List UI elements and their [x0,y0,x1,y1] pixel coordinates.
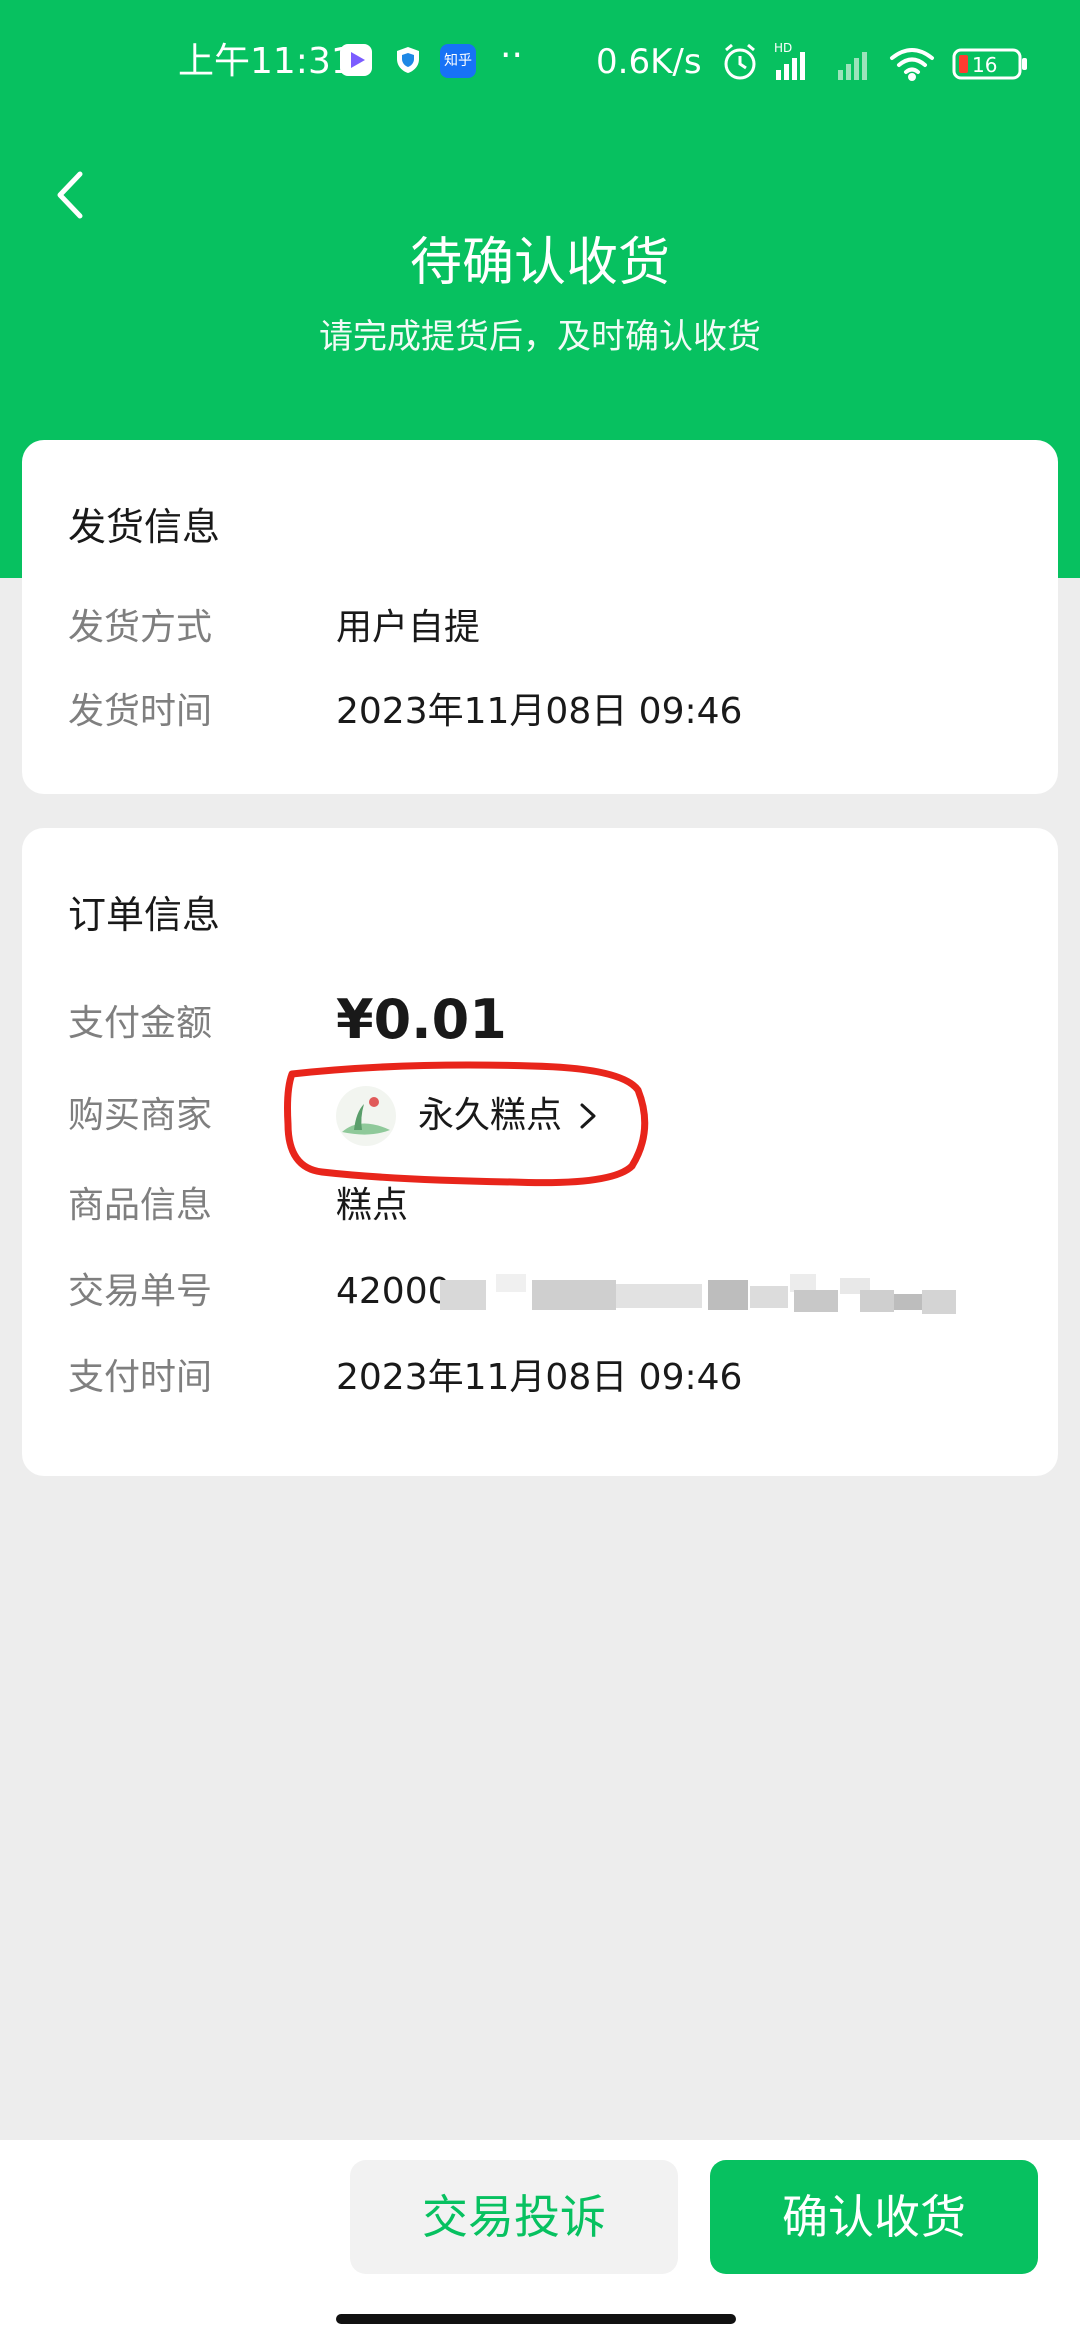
red-annotation-circle [284,1061,649,1187]
back-button[interactable] [38,160,108,230]
amount-value: ¥0.01 [336,988,507,1051]
order-card-title: 订单信息 [68,893,221,937]
transaction-number-label: 交易单号 [68,1271,213,1312]
page-subtitle: 请完成提货后，及时确认收货 [319,317,761,357]
pay-time-label: 支付时间 [68,1357,213,1398]
status-bar: 上午11:31 知乎 ·· 0.6K/s HD 16 [0,0,1080,125]
amount-label: 支付金额 [68,1003,213,1044]
status-more-dots: ·· [500,35,523,76]
shipping-card-title: 发货信息 [68,505,221,549]
battery-icon: 16 [952,48,1027,80]
wifi-icon [890,48,934,81]
page-title: 待确认收货 [409,233,670,293]
home-indicator [336,2314,736,2324]
shipping-info-card: 发货信息 发货方式 用户自提 发货时间 2023年11月08日 09:46 [22,440,1058,794]
video-app-icon [340,44,372,76]
transaction-number-value: 42000 [336,1271,451,1312]
signal-strength-icon: HD [774,41,805,80]
goods-label: 商品信息 [68,1185,213,1226]
alarm-icon [724,43,756,80]
status-icons: HD 16 [724,41,1027,81]
shield-app-icon [392,44,424,76]
confirm-receipt-button[interactable]: 确认收货 [710,2160,1038,2274]
no-signal-icon [838,52,867,80]
merchant-label: 购买商家 [68,1095,213,1136]
bottom-action-bar: 交易投诉 确认收货 [0,2140,1080,2340]
shipping-time-value: 2023年11月08日 09:46 [336,691,743,732]
pay-time-value: 2023年11月08日 09:46 [336,1357,743,1398]
network-speed: 0.6K/s [596,42,702,82]
chevron-left-icon [57,171,83,219]
svg-text:HD: HD [774,41,792,55]
svg-text:16: 16 [972,53,997,77]
zhihu-app-icon: 知乎 [440,44,476,78]
complain-button[interactable]: 交易投诉 [350,2160,678,2274]
shipping-method-value: 用户自提 [336,607,481,648]
shipping-time-label: 发货时间 [68,691,213,732]
status-time: 上午11:31 [178,41,354,82]
shipping-method-label: 发货方式 [68,607,213,648]
